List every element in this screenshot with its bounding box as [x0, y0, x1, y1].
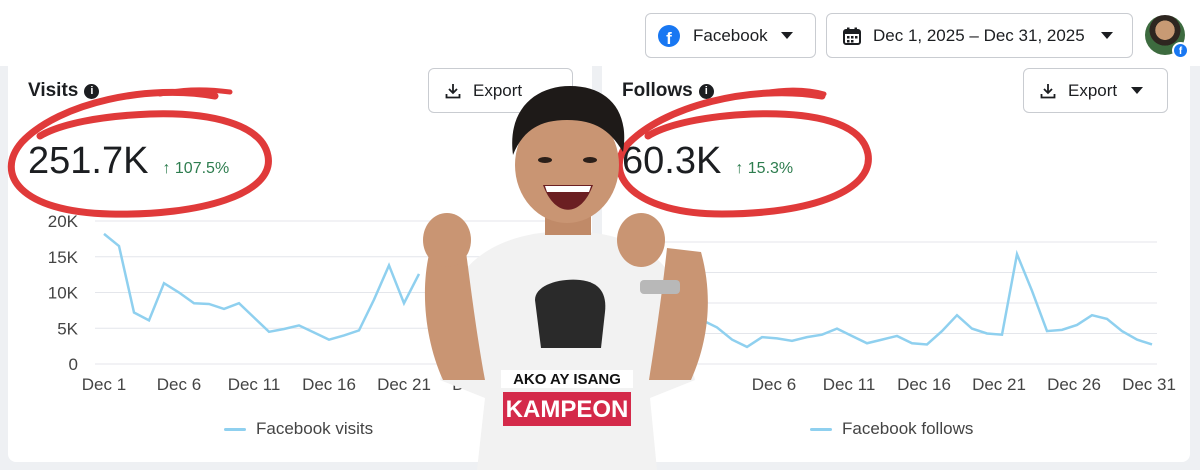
- top-bar: f Facebook Dec 1, 2025 – Dec 31, 2025 f: [0, 0, 1200, 66]
- x-tick-label: Dec 6: [752, 375, 796, 394]
- profile-avatar[interactable]: f: [1145, 15, 1189, 59]
- x-tick-label: Dec 26: [452, 375, 506, 394]
- caret-down-icon: [1131, 87, 1144, 94]
- follows-legend: Facebook follows: [810, 419, 973, 439]
- follows-title: Follows i: [622, 80, 714, 102]
- legend-swatch: [224, 427, 246, 431]
- y-tick-label: 20K: [48, 212, 79, 231]
- x-tick-label: Dec 21: [377, 375, 431, 394]
- download-icon: [445, 83, 461, 98]
- download-icon: [1040, 83, 1056, 98]
- visits-change-value: 107.5%: [174, 160, 230, 177]
- platform-label: Facebook: [693, 25, 768, 45]
- legend-swatch: [810, 427, 832, 431]
- x-tick-label: Dec 1: [82, 375, 126, 394]
- facebook-badge-icon: f: [1172, 42, 1189, 59]
- platform-selector[interactable]: f Facebook: [645, 13, 816, 58]
- visits-summary: 251.7K ↑ 107.5%: [28, 140, 229, 183]
- date-range-label: Dec 1, 2025 – Dec 31, 2025: [873, 25, 1085, 45]
- follows-title-text: Follows: [622, 80, 693, 101]
- y-tick-label: 0: [69, 355, 78, 374]
- follows-export-button[interactable]: Export: [1023, 68, 1168, 113]
- export-label: Export: [1068, 80, 1118, 100]
- info-icon[interactable]: i: [698, 83, 714, 99]
- x-tick-label: Dec 26: [1047, 375, 1101, 394]
- follows-summary: 60.3K ↑ 15.3%: [622, 140, 793, 183]
- visits-card: Visits i Export 251.7K ↑ 107.5% 0 5K 10K 15…: [7, 66, 592, 462]
- visits-total: 251.7K: [28, 140, 149, 182]
- x-tick-label: Dec 31: [1122, 375, 1176, 394]
- caret-down-icon: [780, 32, 793, 39]
- export-label: Export: [473, 80, 523, 100]
- visits-change: ↑ 107.5%: [162, 160, 230, 177]
- follows-card: Follows i Export 60.3K ↑ 15.3% Dec 6 Dec …: [602, 66, 1190, 462]
- visits-legend: Facebook visits: [224, 419, 373, 439]
- follows-change-value: 15.3%: [747, 160, 794, 177]
- visits-title-text: Visits: [28, 80, 79, 101]
- x-tick-label: Dec 6: [157, 375, 201, 394]
- date-range-selector[interactable]: Dec 1, 2025 – Dec 31, 2025: [826, 13, 1133, 58]
- visits-chart: 0 5K 10K 15K 20K Dec 1 Dec 6 Dec 11 Dec 16 Dec 21…: [48, 212, 578, 394]
- legend-label: Facebook visits: [256, 419, 374, 438]
- x-tick-label: Dec 11: [823, 375, 876, 394]
- y-tick-label: 10K: [48, 284, 79, 303]
- caret-down-icon: [1100, 32, 1113, 39]
- y-tick-label: 15K: [48, 248, 79, 267]
- follows-change: ↑ 15.3%: [735, 160, 794, 177]
- x-tick-label: Dec 16: [897, 375, 951, 394]
- visits-title: Visits i: [28, 80, 100, 102]
- x-tick-label: Dec 21: [972, 375, 1026, 394]
- info-icon[interactable]: i: [84, 83, 100, 99]
- legend-label: Facebook follows: [842, 419, 974, 438]
- x-tick-label: Dec 11: [228, 375, 281, 394]
- calendar-icon: [843, 27, 861, 45]
- y-tick-label: 5K: [57, 319, 78, 338]
- follows-total: 60.3K: [622, 140, 722, 182]
- follows-chart: Dec 6 Dec 11 Dec 16 Dec 21 Dec 26 Dec 31: [632, 241, 1176, 394]
- visits-export-button[interactable]: Export: [428, 68, 573, 113]
- x-tick-label: Dec 16: [302, 375, 356, 394]
- visits-series-line: [103, 232, 421, 342]
- facebook-icon: f: [658, 24, 680, 47]
